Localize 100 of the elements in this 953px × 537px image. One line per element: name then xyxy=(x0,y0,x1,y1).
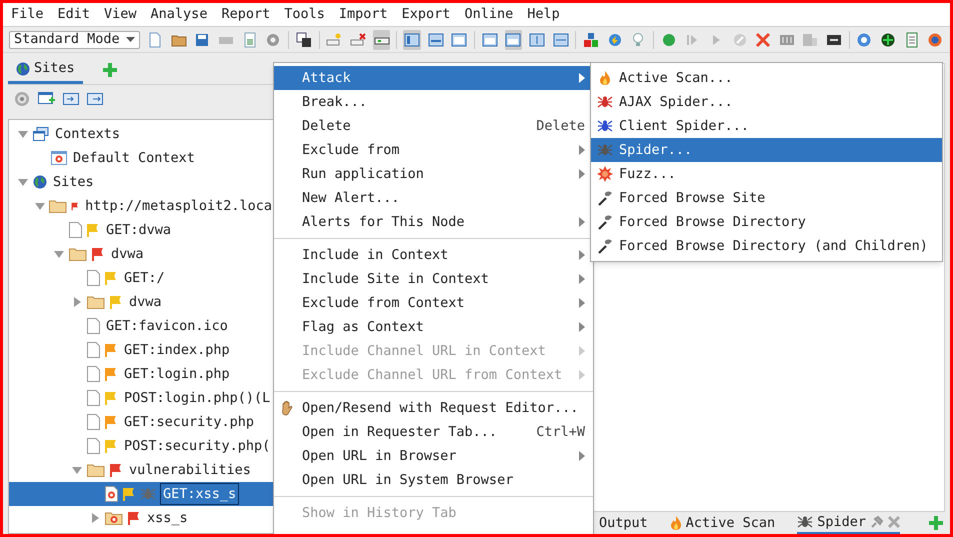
refresh-icon xyxy=(606,32,623,48)
menu-item[interactable]: Run application xyxy=(274,162,593,186)
tree-row[interactable]: GET:xss_s xyxy=(9,482,274,506)
add-icon[interactable] xyxy=(102,63,117,77)
menu-item[interactable]: Exclude from xyxy=(274,138,593,162)
tree-row[interactable]: POST:login.php()(L xyxy=(9,386,274,410)
menu-item[interactable]: Online xyxy=(464,4,514,25)
tree-row[interactable]: dvwa xyxy=(9,242,274,266)
hand-icon xyxy=(280,400,294,416)
folder-icon xyxy=(69,247,87,261)
menu-item[interactable]: Include in Context xyxy=(274,243,593,267)
tree-row[interactable]: GET:index.php xyxy=(9,338,274,362)
tree-label: Sites xyxy=(52,172,95,192)
tree-label: GET:login.php xyxy=(123,364,231,384)
window-export-icon[interactable] xyxy=(87,91,103,107)
menu-item[interactable]: Alerts for This Node xyxy=(274,210,593,234)
page-icon xyxy=(87,270,100,286)
menu-item[interactable]: New Alert... xyxy=(274,186,593,210)
menu-item[interactable]: Client Spider... xyxy=(591,114,942,138)
collapse-arrow-icon[interactable] xyxy=(18,129,28,139)
tray-icon xyxy=(326,32,342,48)
submenu-arrow-icon xyxy=(579,169,585,179)
menu-item[interactable]: Open URL in Browser xyxy=(274,444,593,468)
add-icon[interactable] xyxy=(929,516,943,530)
flame-icon xyxy=(670,515,682,531)
tree-row[interactable]: GET:dvwa xyxy=(9,218,274,242)
menu-item[interactable]: Flag as Context xyxy=(274,315,593,339)
window-add-icon[interactable] xyxy=(38,91,55,107)
collapse-arrow-icon[interactable] xyxy=(35,201,45,211)
tree-row[interactable]: dvwa xyxy=(9,290,274,314)
menu-item[interactable]: Import xyxy=(338,4,388,25)
bottom-tab[interactable]: Output xyxy=(599,512,648,534)
menu-item[interactable]: Forced Browse Directory (and Children) xyxy=(591,234,942,258)
layout-icon xyxy=(404,32,420,48)
tree-row[interactable]: GET:favicon.ico xyxy=(9,314,274,338)
menu-item[interactable]: View xyxy=(104,4,137,25)
tree-row[interactable]: Contexts xyxy=(9,122,274,146)
menu-item[interactable]: Forced Browse Site xyxy=(591,186,942,210)
target-icon[interactable] xyxy=(14,91,30,107)
document-icon xyxy=(147,32,164,48)
tree-label: Default Context xyxy=(72,148,196,168)
tree-row[interactable]: http://metasploit2.loca xyxy=(9,194,274,218)
menu-item[interactable]: AJAX Spider... xyxy=(591,90,942,114)
target-page-icon xyxy=(105,486,118,502)
collapse-arrow-icon[interactable] xyxy=(18,177,28,187)
expand-arrow-icon[interactable] xyxy=(90,513,100,523)
pin-icon[interactable] xyxy=(870,515,884,529)
menu-item[interactable]: Open in Requester Tab... Ctrl+W xyxy=(274,420,593,444)
menu-item[interactable]: Active Scan... xyxy=(591,66,942,90)
page-icon xyxy=(87,342,100,358)
submenu-arrow-icon xyxy=(579,250,585,260)
menu-item[interactable]: Open/Resend with Request Editor... xyxy=(274,396,593,420)
wrench-icon xyxy=(597,238,613,254)
tree-row[interactable]: Sites xyxy=(9,170,274,194)
tree-label: xss_s xyxy=(146,508,189,528)
menu-item[interactable]: Forced Browse Directory xyxy=(591,210,942,234)
spider-icon xyxy=(597,142,613,158)
close-icon[interactable] xyxy=(888,516,900,528)
menu-item[interactable]: Include Site in Context xyxy=(274,267,593,291)
menu-item[interactable]: Help xyxy=(527,4,560,25)
sites-tab[interactable]: Sites xyxy=(8,56,83,84)
tree-row[interactable]: GET:/ xyxy=(9,266,274,290)
bottom-tab[interactable]: Active Scan xyxy=(670,512,776,534)
circle-icon xyxy=(660,32,677,48)
tree-label: GET:security.php xyxy=(123,412,256,432)
menu-item[interactable]: Open URL in System Browser xyxy=(274,468,593,492)
menu-item[interactable]: Tools xyxy=(284,4,325,25)
tree-row[interactable]: GET:login.php xyxy=(9,362,274,386)
menu-item[interactable]: Exclude from Context xyxy=(274,291,593,315)
window-import-icon[interactable] xyxy=(63,91,79,107)
mode-dropdown[interactable]: Standard Mode xyxy=(9,30,140,48)
collapse-arrow-icon[interactable] xyxy=(54,249,64,259)
tree-row[interactable]: vulnerabilities xyxy=(9,458,274,482)
globe-icon xyxy=(33,175,47,189)
flame-icon xyxy=(599,70,611,86)
toolbar-button[interactable] xyxy=(372,30,390,50)
menu-item[interactable]: File xyxy=(11,4,44,25)
submenu-arrow-icon xyxy=(579,298,585,308)
page-icon xyxy=(69,222,82,238)
tree-row[interactable]: Default Context xyxy=(9,146,274,170)
menu-item[interactable]: Edit xyxy=(58,4,90,25)
collapse-arrow-icon[interactable] xyxy=(72,465,82,475)
toolbar-button[interactable] xyxy=(295,30,313,50)
tab-label: Sites xyxy=(34,59,75,78)
page-icon xyxy=(87,438,100,454)
menu-item[interactable]: Break... xyxy=(274,90,593,114)
tree-row[interactable]: xss_s xyxy=(9,506,274,530)
tree-row[interactable]: POST:security.php( xyxy=(9,434,274,458)
menu-item[interactable]: Report xyxy=(221,4,270,25)
menu-item[interactable]: Export xyxy=(402,4,450,25)
settings-icon xyxy=(265,32,282,48)
menu-item[interactable]: Delete Delete xyxy=(274,114,593,138)
menu-item[interactable]: Attack xyxy=(274,66,593,90)
bottom-tab[interactable]: Spider xyxy=(797,512,900,534)
tree-row[interactable]: GET:security.php xyxy=(9,410,274,434)
menu-item[interactable]: Analyse xyxy=(150,4,208,25)
menu-item[interactable]: Fuzz... xyxy=(591,162,942,186)
expand-arrow-icon[interactable] xyxy=(72,297,82,307)
submenu-arrow-icon xyxy=(579,145,585,155)
menu-item[interactable]: Spider... xyxy=(591,138,942,162)
